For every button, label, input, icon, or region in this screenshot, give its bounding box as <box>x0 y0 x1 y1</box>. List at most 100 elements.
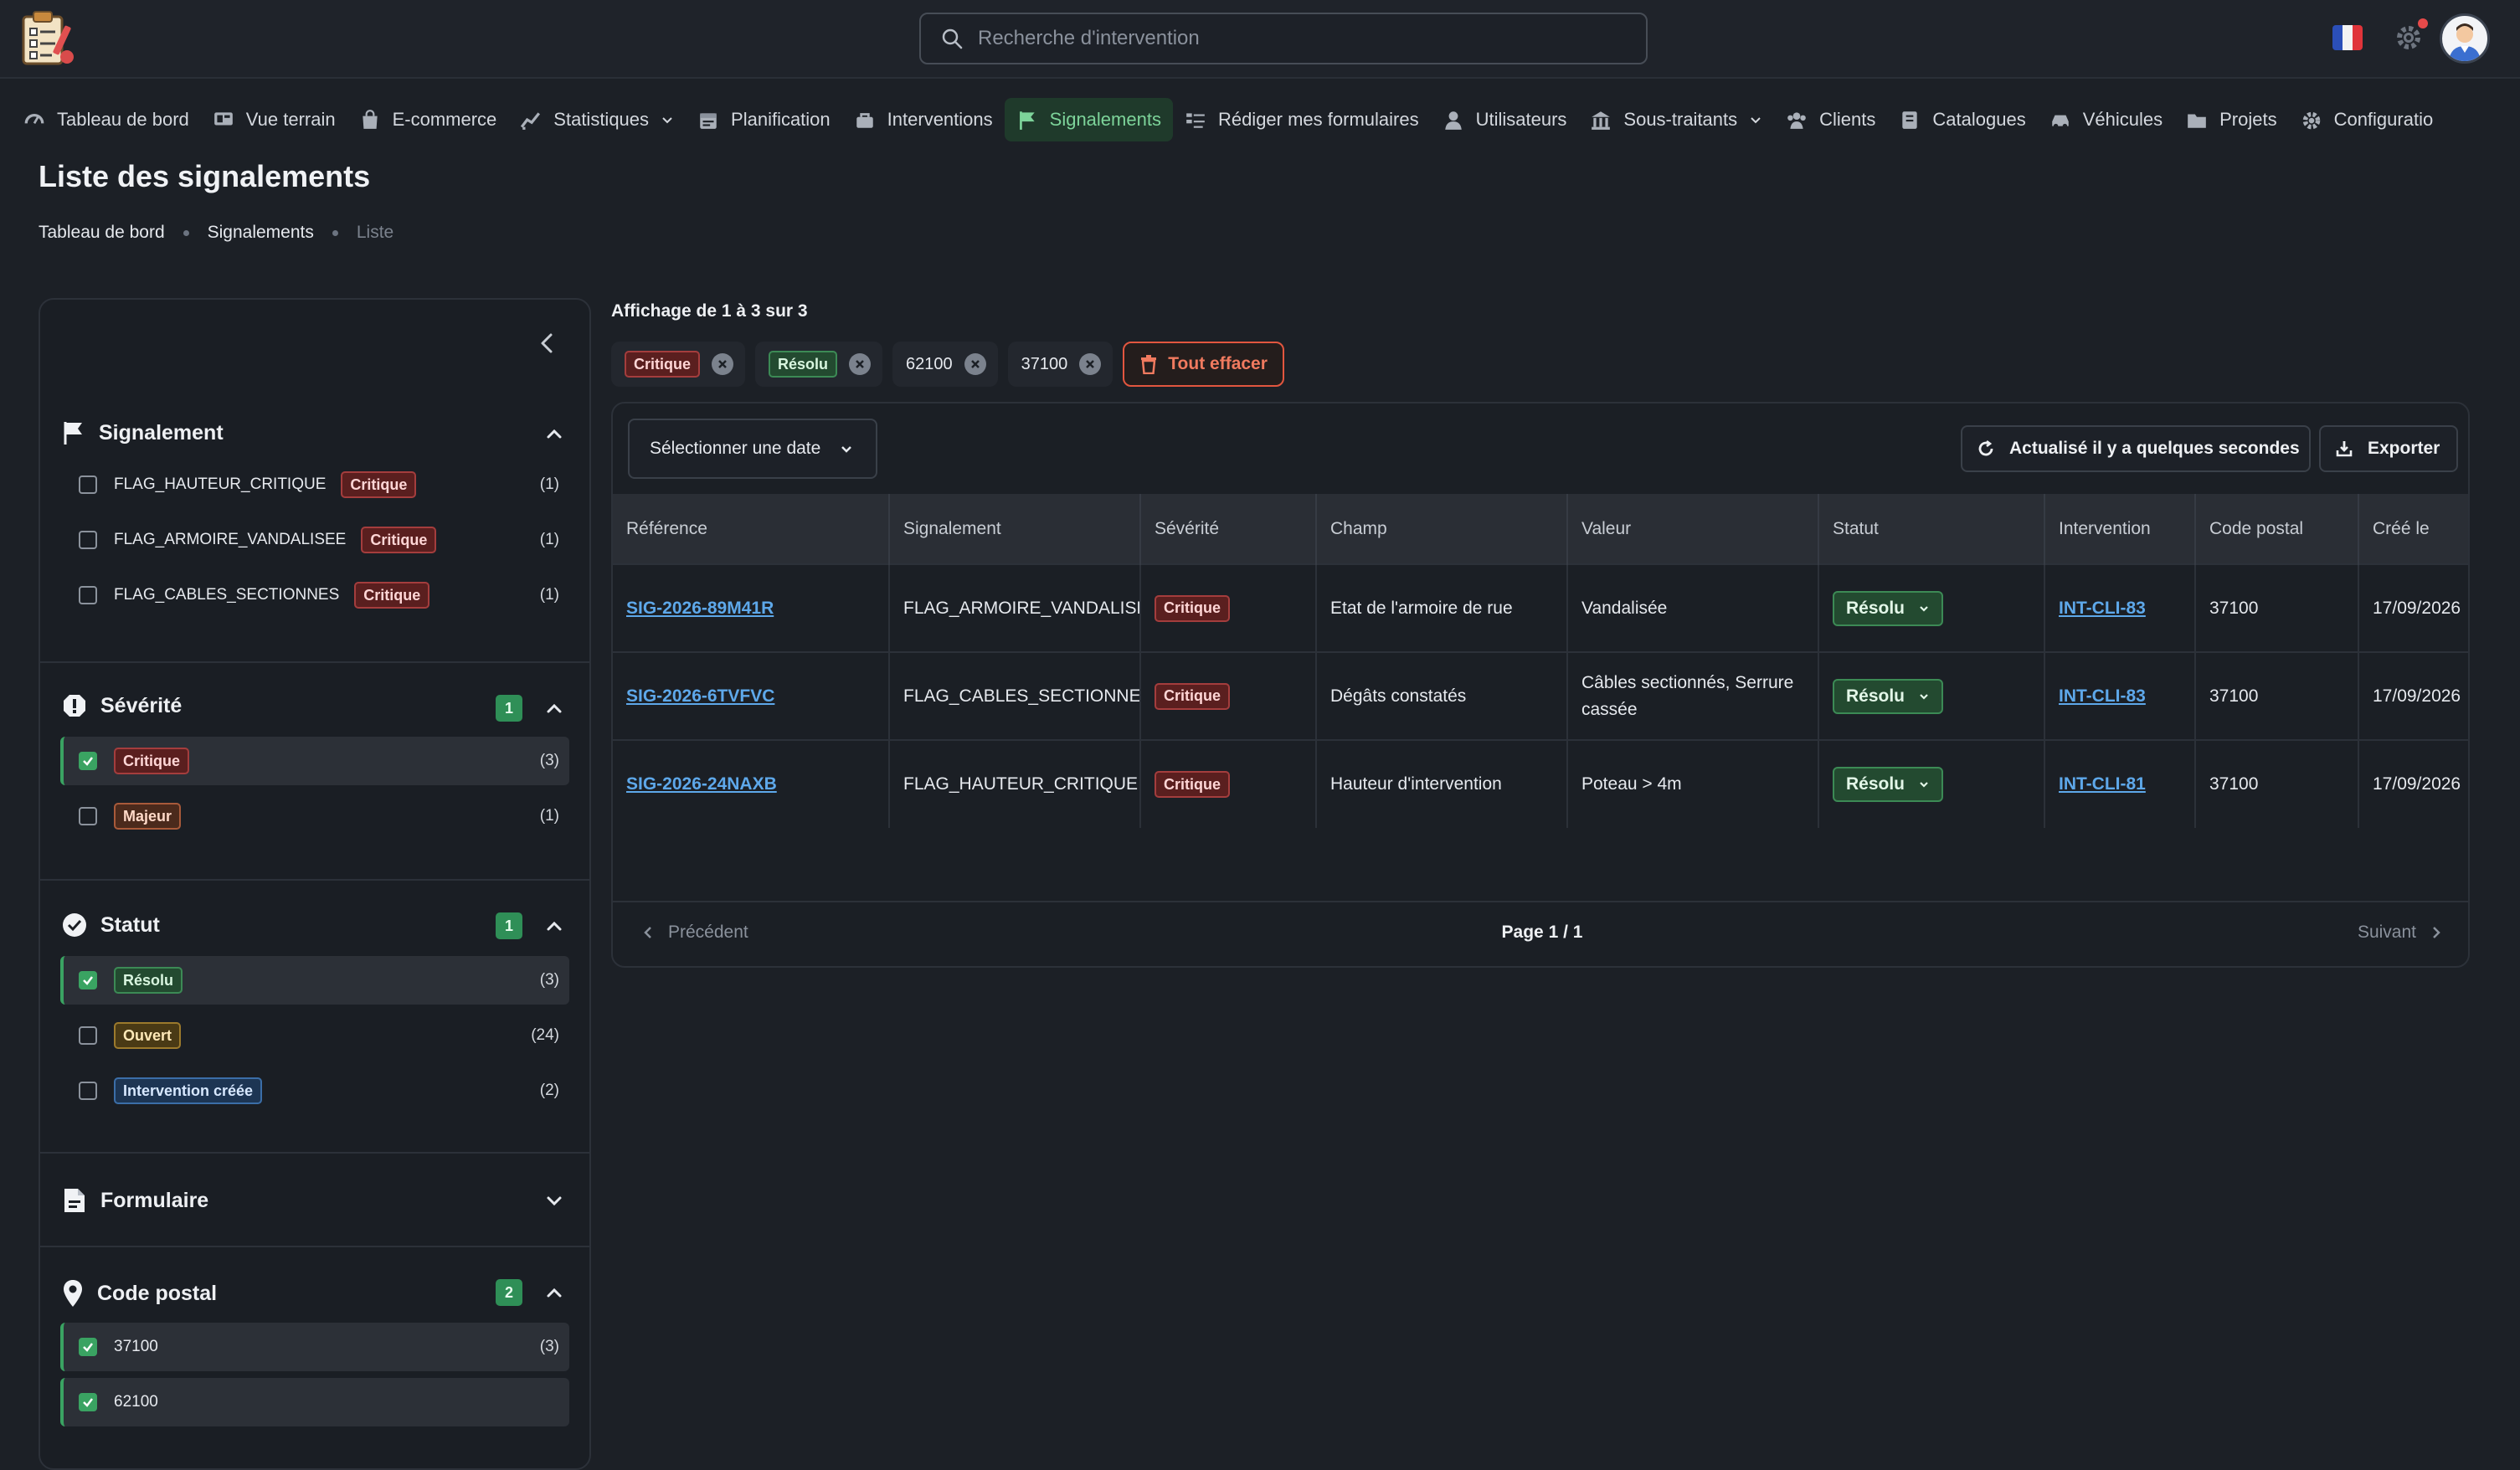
nav-item-vehicules[interactable]: Véhicules <box>2038 98 2174 141</box>
filter-header-signalement[interactable]: Signalement <box>62 420 224 445</box>
nav-item-utilisateurs[interactable]: Utilisateurs <box>1431 98 1579 141</box>
nav-item-label: Véhicules <box>2082 109 2163 130</box>
nav-item-tableau-de-bord[interactable]: Tableau de bord <box>12 98 201 141</box>
reference-link[interactable]: SIG-2026-6TVFVC <box>626 686 774 706</box>
clear-all-button[interactable]: Tout effacer <box>1123 342 1284 387</box>
filter-option-statut[interactable]: Intervention créée (2) <box>60 1067 569 1115</box>
building-icon <box>1592 111 1611 130</box>
checkbox[interactable] <box>79 586 97 604</box>
nav-item-configuratio[interactable]: Configuratio <box>2289 98 2445 141</box>
table-header-row: Référence Signalement Sévérité Champ Val… <box>613 494 2468 564</box>
checkbox-checked[interactable] <box>79 971 97 989</box>
option-label: 62100 <box>114 1393 158 1411</box>
nav-item-vue-terrain[interactable]: Vue terrain <box>201 98 347 141</box>
refresh-button[interactable]: Actualisé il y a quelques secondes <box>1961 425 2311 472</box>
checkbox[interactable] <box>79 1026 97 1045</box>
filter-section-severite: Sévérité 1 Critique (3) Majeur (1) <box>40 661 589 879</box>
severity-badge: Critique <box>1155 594 1231 622</box>
column-header[interactable]: Intervention <box>2044 494 2196 564</box>
reference-link[interactable]: SIG-2026-89M41R <box>626 599 774 618</box>
export-button[interactable]: Exporter <box>2319 425 2458 472</box>
filter-option-statut[interactable]: Résolu (3) <box>60 956 569 1005</box>
filter-option-code-postal[interactable]: 62100 <box>60 1378 569 1426</box>
intervention-link[interactable]: INT-CLI-81 <box>2059 774 2146 794</box>
status-dropdown[interactable]: Résolu <box>1833 678 1944 714</box>
table-row[interactable]: SIG-2026-24NAXB FLAG_HAUTEUR_CRITIQUE Cr… <box>613 739 2468 828</box>
nav-item-rediger-mes-formulaires[interactable]: Rédiger mes formulaires <box>1173 98 1431 141</box>
filter-option-statut[interactable]: Ouvert (24) <box>60 1011 569 1060</box>
column-header[interactable]: Valeur <box>1567 494 1819 564</box>
chevron-up-icon[interactable] <box>543 914 566 938</box>
remove-chip-close-icon[interactable] <box>849 353 872 375</box>
checkbox[interactable] <box>79 1082 97 1100</box>
checkbox-checked[interactable] <box>79 1338 97 1356</box>
app-logo[interactable] <box>18 8 79 69</box>
chevron-up-icon[interactable] <box>543 422 566 445</box>
column-header[interactable]: Statut <box>1818 494 2045 564</box>
column-header[interactable]: Code postal <box>2195 494 2359 564</box>
reference-link[interactable]: SIG-2026-24NAXB <box>626 774 777 794</box>
status-badge: Ouvert <box>114 1022 182 1049</box>
filter-header-statut[interactable]: Statut <box>62 912 160 938</box>
chevron-down-icon[interactable] <box>543 1189 566 1212</box>
option-count: (2) <box>539 1082 559 1099</box>
status-dropdown[interactable]: Résolu <box>1833 767 1944 802</box>
search-input[interactable] <box>978 27 1631 50</box>
filter-header-formulaire[interactable]: Formulaire <box>62 1187 208 1214</box>
chart-icon <box>521 112 541 130</box>
toolbox-icon <box>856 113 873 128</box>
nav-item-statistiques[interactable]: Statistiques <box>508 98 686 141</box>
breadcrumb-home[interactable]: Tableau de bord <box>39 223 165 243</box>
checkbox-checked[interactable] <box>79 752 97 770</box>
nav-item-projets[interactable]: Projets <box>2174 98 2288 141</box>
breadcrumb-signalements[interactable]: Signalements <box>208 223 314 243</box>
user-avatar[interactable] <box>2440 13 2490 64</box>
option-count: (1) <box>539 807 559 825</box>
chevron-up-icon[interactable] <box>543 1281 566 1304</box>
filter-header-code-postal[interactable]: Code postal <box>62 1279 217 1308</box>
car-icon <box>2051 115 2069 129</box>
filter-option-signalement[interactable]: FLAG_HAUTEUR_CRITIQUE Critique (1) <box>60 460 569 509</box>
settings-gear-icon[interactable] <box>2393 18 2428 54</box>
filter-option-code-postal[interactable]: 37100 (3) <box>60 1323 569 1371</box>
date-picker-button[interactable]: Sélectionner une date <box>628 419 877 479</box>
filter-option-severite[interactable]: Majeur (1) <box>60 792 569 840</box>
checkbox-checked[interactable] <box>79 1393 97 1411</box>
gauge-icon <box>24 113 44 125</box>
nav-item-catalogues[interactable]: Catalogues <box>1887 98 2037 141</box>
column-header[interactable]: Champ <box>1316 494 1568 564</box>
nav-item-clients[interactable]: Clients <box>1774 98 1887 141</box>
nav-item-planification[interactable]: Planification <box>686 98 842 141</box>
nav-item-e-commerce[interactable]: E-commerce <box>347 98 509 141</box>
column-header[interactable]: Référence <box>613 494 890 564</box>
nav-item-signalements[interactable]: Signalements <box>1004 98 1173 141</box>
intervention-link[interactable]: INT-CLI-83 <box>2059 686 2146 706</box>
column-header[interactable]: Créé le <box>2358 494 2468 564</box>
table-row[interactable]: SIG-2026-6TVFVC FLAG_CABLES_SECTIONNES C… <box>613 651 2468 740</box>
remove-chip-close-icon[interactable] <box>712 353 734 375</box>
nav-item-interventions[interactable]: Interventions <box>842 98 1005 141</box>
checkbox[interactable] <box>79 531 97 549</box>
breadcrumb: Tableau de bord Signalements Liste <box>39 223 393 243</box>
nav-item-sous-traitants[interactable]: Sous-traitants <box>1578 98 1774 141</box>
filter-option-signalement[interactable]: FLAG_ARMOIRE_VANDALISEE Critique (1) <box>60 516 569 564</box>
search-bar[interactable] <box>919 13 1648 64</box>
checkbox[interactable] <box>79 475 97 494</box>
remove-chip-close-icon[interactable] <box>1079 353 1102 375</box>
next-page-button[interactable]: Suivant <box>2358 923 2443 943</box>
intervention-link[interactable]: INT-CLI-83 <box>2059 599 2146 618</box>
column-header[interactable]: Sévérité <box>1140 494 1317 564</box>
chevron-up-icon[interactable] <box>543 696 566 720</box>
results-card: Sélectionner une date Actualisé il y a q… <box>611 402 2470 968</box>
status-dropdown[interactable]: Résolu <box>1833 590 1944 626</box>
filter-header-severite[interactable]: Sévérité <box>62 693 182 718</box>
table-row[interactable]: SIG-2026-89M41R FLAG_ARMOIRE_VANDALISEE … <box>613 563 2468 652</box>
filter-option-signalement[interactable]: FLAG_CABLES_SECTIONNES Critique (1) <box>60 571 569 619</box>
filter-chip-37100: 37100 <box>1007 342 1113 387</box>
remove-chip-close-icon[interactable] <box>964 353 986 375</box>
checkbox[interactable] <box>79 807 97 825</box>
filter-option-severite[interactable]: Critique (3) <box>60 737 569 785</box>
language-flag-icon[interactable] <box>2332 25 2363 50</box>
collapse-sidebar-chevron-left-icon[interactable] <box>532 328 563 358</box>
column-header[interactable]: Signalement <box>889 494 1141 564</box>
